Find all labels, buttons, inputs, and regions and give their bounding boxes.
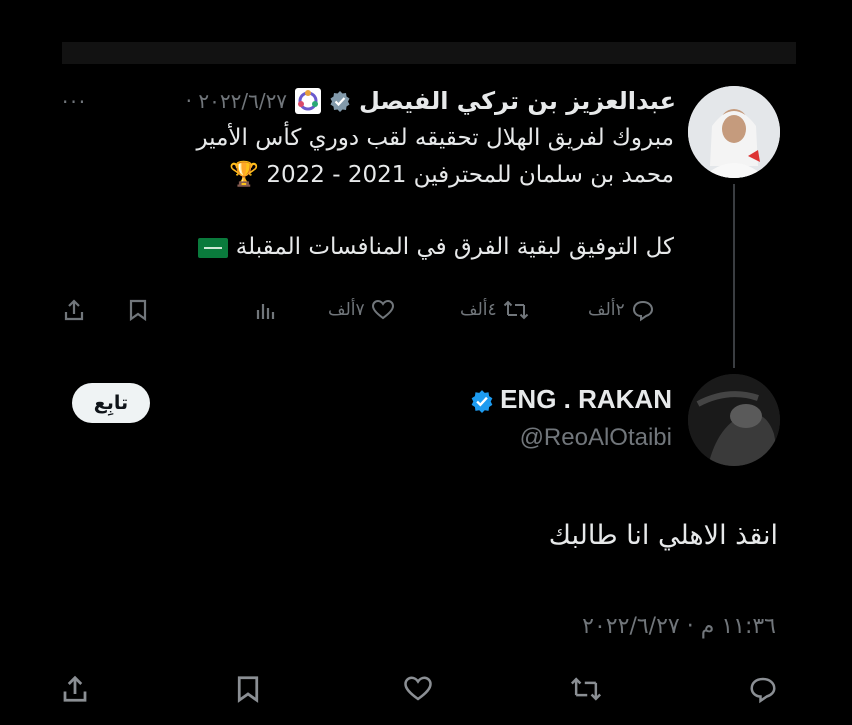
like-button[interactable]	[403, 674, 433, 704]
reply-author-name[interactable]: ENG . RAKAN	[500, 384, 672, 415]
reply-button[interactable]	[748, 674, 778, 704]
views-action[interactable]	[254, 298, 278, 322]
retweet-action[interactable]: ٤ألف	[460, 298, 529, 322]
follow-button[interactable]: تابِع	[72, 383, 150, 423]
like-action[interactable]: ٧ألف	[328, 298, 395, 322]
trophy-icon: 🏆	[229, 160, 260, 188]
share-action[interactable]	[62, 298, 86, 322]
retweet-icon	[503, 298, 529, 322]
quoted-text-line-1: مبروك لفريق الهلال تحقيقه لقب دوري كأس ا…	[196, 125, 674, 151]
share-icon	[62, 298, 86, 322]
thread-line	[733, 184, 735, 368]
quoted-author-avatar[interactable]	[688, 86, 780, 178]
heart-icon	[371, 298, 395, 322]
quoted-text-line-4-text: كل التوفيق لبقية الفرق في المنافسات المق…	[235, 234, 674, 260]
quoted-tweet-header: عبدالعزيز بن تركي الفيصل ٢٠٢٢/٦/٢٧ ·	[186, 84, 676, 118]
quoted-tweet-actions: ٢ألف ٤ألف ٧ألف	[60, 298, 680, 328]
like-count: ٧ألف	[328, 300, 365, 320]
blue-verified-icon	[470, 389, 493, 413]
reply-author-header: ENG . RAKAN	[470, 384, 672, 415]
top-bar	[62, 42, 796, 64]
reply-tweet-timestamp[interactable]: ١١:٣٦ م · ٢٠٢٢/٦/٢٧	[582, 614, 776, 639]
reply-action[interactable]: ٢ألف	[588, 298, 655, 322]
reply-tweet-text: انقذ الاهلي انا طالبك	[548, 520, 778, 551]
reply-icon	[750, 677, 776, 704]
quoted-tweet-text: مبروك لفريق الهلال تحقيقه لقب دوري كأس ا…	[74, 120, 674, 265]
bookmark-icon	[126, 298, 150, 322]
quoted-text-line-4: كل التوفيق لبقية الفرق في المنافسات المق…	[74, 229, 674, 265]
share-button[interactable]	[60, 674, 90, 704]
reply-author-handle[interactable]: @ReoAlOtaibi	[520, 424, 672, 452]
affiliation-badge-icon[interactable]	[295, 88, 322, 114]
reply-count: ٢ألف	[588, 300, 625, 320]
more-options-icon[interactable]: ···	[62, 90, 87, 114]
reply-tweet-actions	[0, 668, 852, 708]
quoted-tweet-date[interactable]: ٢٠٢٢/٦/٢٧ ·	[186, 89, 287, 113]
retweet-button[interactable]	[570, 674, 602, 704]
quoted-text-line-2: محمد بن سلمان للمحترفين 2021 - 2022 🏆	[74, 156, 674, 193]
quoted-text-line-2-text: محمد بن سلمان للمحترفين 2021 - 2022	[266, 162, 674, 188]
retweet-icon	[570, 677, 602, 701]
share-icon	[63, 675, 87, 702]
bookmark-icon	[237, 676, 259, 703]
reply-icon	[631, 298, 655, 322]
quoted-text-line-blank	[74, 193, 674, 229]
bookmark-button[interactable]	[233, 674, 263, 704]
retweet-count: ٤ألف	[460, 300, 497, 320]
gray-verified-icon	[329, 90, 351, 112]
heart-icon	[404, 676, 432, 701]
quoted-author-name[interactable]: عبدالعزيز بن تركي الفيصل	[359, 87, 676, 115]
reply-author-avatar[interactable]	[688, 374, 780, 466]
bookmark-action[interactable]	[126, 298, 150, 322]
saudi-flag-icon	[197, 237, 228, 258]
views-icon	[254, 298, 278, 322]
